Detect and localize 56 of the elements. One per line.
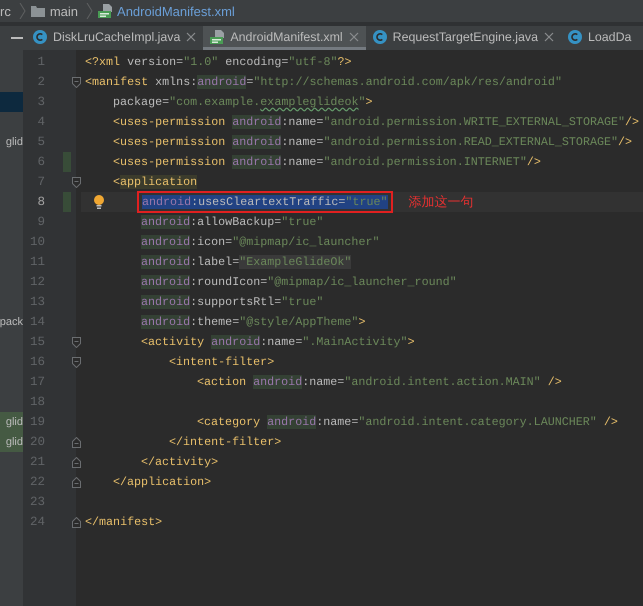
tree-item[interactable]: glid — [0, 432, 23, 452]
tree-item[interactable]: glid — [0, 412, 23, 432]
class-file-icon — [372, 30, 387, 44]
fold-icon[interactable] — [72, 476, 80, 488]
editor-tab[interactable]: DiskLruCacheImpl.java — [26, 26, 204, 50]
code-line: <activity android:name=".MainActivity"> — [141, 335, 415, 349]
fold-icon[interactable] — [72, 76, 80, 88]
tree-item[interactable]: pack — [0, 312, 23, 332]
code-line: android:allowBackup="true" — [141, 215, 324, 229]
breadcrumb-item[interactable]: AndroidManifest.xml — [117, 4, 235, 18]
code-line: package="com.example.exampleglideok"> — [113, 95, 373, 109]
code-line: android:theme="@style/AppTheme"> — [141, 315, 366, 329]
code-line: <manifest xmlns:android="http://schemas.android.com/apk/res/android" — [85, 75, 562, 89]
fold-icon[interactable] — [72, 436, 80, 448]
breadcrumb-item[interactable]: main — [50, 4, 78, 18]
code-line: </application> — [113, 475, 212, 489]
class-file-icon — [568, 30, 582, 44]
fold-icon[interactable] — [72, 176, 80, 188]
code-line: <action android:name="android.intent.action.MAIN" /> — [197, 375, 562, 389]
tree-item[interactable]: glid — [6, 132, 23, 152]
fold-icon[interactable] — [72, 456, 80, 468]
code-line: <intent-filter> — [169, 355, 274, 369]
class-file-icon — [33, 30, 47, 44]
folder-icon — [30, 5, 45, 17]
editor-tab[interactable]: RequestTargetEngine.java — [366, 26, 561, 50]
code-line: android:roundIcon="@mipmap/ic_launcher_round" — [141, 275, 457, 289]
fold-icon[interactable] — [72, 356, 80, 368]
chevron-icon — [86, 3, 94, 19]
code-line: </activity> — [141, 455, 218, 469]
code-line: <uses-permission android:name="android.permission.READ_EXTERNAL_STORAGE"/> — [113, 135, 632, 149]
editor-tab[interactable]: LoadDa — [561, 26, 638, 50]
chevron-icon — [18, 3, 26, 19]
code-line: android:icon="@mipmap/ic_launcher" — [141, 235, 380, 249]
breadcrumb-item[interactable]: rc — [0, 4, 11, 18]
manifest-file-icon — [98, 4, 112, 18]
code-line: <uses-permission android:name="android.permission.WRITE_EXTERNAL_STORAGE"/> — [113, 115, 640, 129]
line-number: 8 — [36, 195, 45, 209]
annotation-text: 添加这一句 — [408, 194, 474, 211]
close-icon[interactable] — [544, 32, 554, 42]
change-marker[interactable] — [63, 192, 71, 212]
close-icon[interactable] — [186, 32, 196, 42]
fold-icon[interactable] — [72, 336, 80, 348]
fold-icon[interactable] — [72, 516, 80, 528]
code-line: android:supportsRtl="true" — [141, 295, 324, 309]
code-line: <category android:name="android.intent.category.LAUNCHER" /> — [197, 415, 618, 429]
code-line: </manifest> — [85, 515, 162, 529]
code-line: </intent-filter> — [169, 435, 282, 449]
code-line: android:label="ExampleGlideOk" — [141, 255, 352, 269]
code-line: <application — [113, 175, 198, 189]
editor-tab[interactable]: AndroidManifest.xml — [203, 26, 366, 50]
manifest-file-icon — [210, 30, 224, 44]
code-line: <uses-permission android:name="android.permission.INTERNET"/> — [113, 155, 541, 169]
code-line: <?xml version="1.0" encoding="utf-8"?> — [85, 55, 352, 69]
change-marker[interactable] — [63, 152, 71, 172]
close-icon[interactable] — [348, 32, 359, 42]
lightbulb-icon[interactable] — [93, 195, 105, 209]
